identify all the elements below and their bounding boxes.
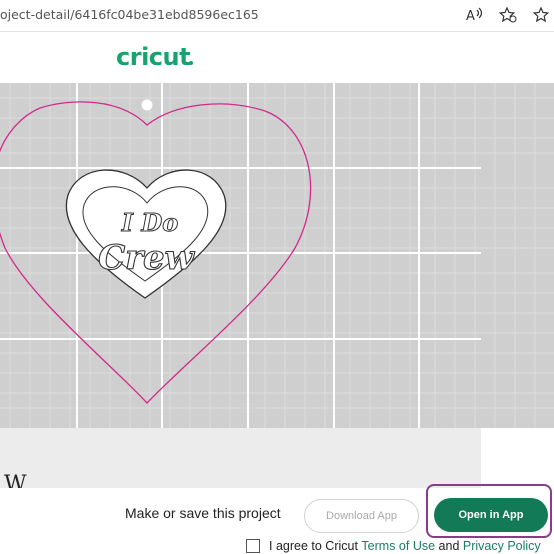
download-app-button[interactable]: Download App [304, 499, 419, 533]
agree-prefix-text: I agree to Cricut [269, 539, 358, 553]
project-info-panel [0, 428, 481, 488]
agree-checkbox[interactable] [246, 539, 260, 553]
site-header: cricut [0, 32, 554, 82]
url-text[interactable]: oject-detail/6416fc04be31ebd8596ec165 [0, 7, 259, 22]
make-or-save-prompt: Make or save this project [125, 505, 281, 521]
hanging-hole-icon [141, 99, 153, 111]
project-preview-canvas: I Do Crew [0, 83, 554, 428]
privacy-policy-link[interactable]: Privacy Policy [463, 539, 541, 553]
favorite-star-icon[interactable] [497, 5, 519, 25]
design-text-line1: I Do [121, 208, 178, 237]
logo-dot-icon [189, 61, 193, 65]
design-text-line2: Crew [98, 238, 196, 278]
svg-text:A: A [466, 9, 475, 24]
project-title-partial: W [4, 472, 27, 488]
browser-address-bar: oject-detail/6416fc04be31ebd8596ec165 A [0, 0, 554, 32]
open-in-app-button[interactable]: Open in App [434, 498, 548, 532]
action-bar: Make or save this project Download App O… [0, 484, 554, 554]
and-text: and [438, 539, 460, 553]
preview-svg: I Do Crew [0, 83, 554, 428]
page-margin [481, 428, 554, 488]
terms-of-use-link[interactable]: Terms of Use [361, 539, 435, 553]
read-aloud-icon[interactable]: A [464, 5, 486, 25]
agree-row: I agree to Cricut Terms of Use and Priva… [246, 539, 541, 553]
add-favorite-icon[interactable] [531, 5, 553, 25]
cricut-logo[interactable]: cricut [116, 43, 191, 71]
